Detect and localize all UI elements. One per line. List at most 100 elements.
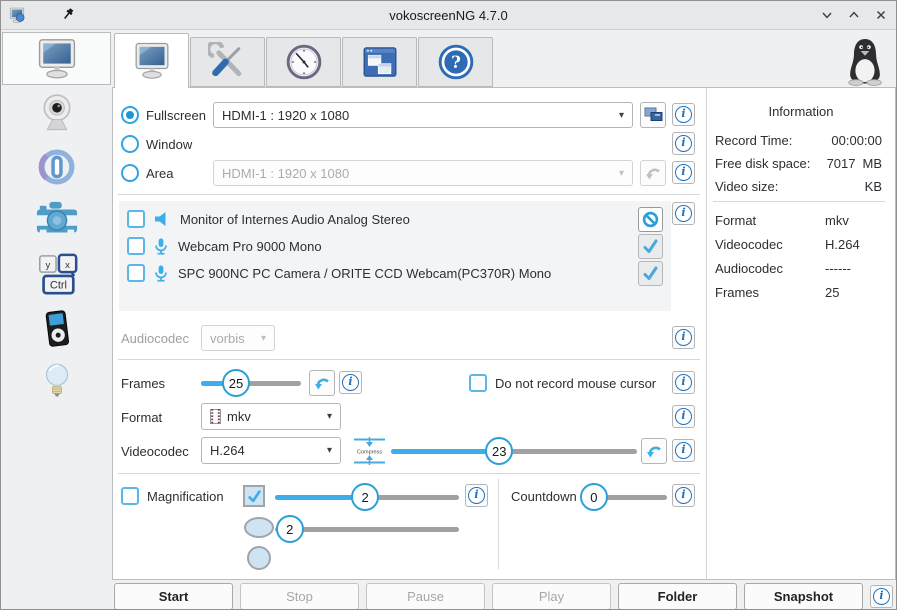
maximize-button[interactable] — [847, 8, 861, 22]
area-radio[interactable] — [121, 164, 139, 182]
switch-screen-button[interactable] — [640, 102, 666, 128]
magnifier-shape-oval[interactable] — [244, 517, 274, 538]
fullscreen-screen-select[interactable]: HDMI-1 : 1920 x 1080 ▾ — [213, 102, 633, 128]
countdown-slider[interactable]: 0 — [583, 483, 667, 511]
snapshot-button[interactable]: Snapshot — [744, 583, 863, 610]
format-info-button[interactable]: i — [672, 405, 695, 428]
format-select[interactable]: mkv ▾ — [201, 403, 341, 430]
window-radio[interactable] — [121, 135, 139, 153]
frames-reset-button[interactable] — [309, 370, 335, 396]
screen-tab-pane: Fullscreen HDMI-1 : 1920 x 1080 ▾ i Wind… — [112, 87, 896, 580]
info-icon: i — [675, 164, 692, 181]
audio-device-row: Monitor of Internes Audio Analog Stereo — [127, 206, 663, 232]
start-button[interactable]: Start — [114, 583, 233, 610]
tab-bar: ? — [112, 30, 896, 87]
tools-icon — [208, 42, 248, 82]
magnifier-shape-rect[interactable] — [243, 485, 265, 507]
tips-bulb-icon — [39, 361, 75, 405]
svg-text:?: ? — [451, 52, 461, 72]
audio-device-ok-button[interactable] — [638, 261, 663, 286]
chevron-down-icon: ▾ — [327, 445, 332, 456]
sidebar-item-hotkeys[interactable]: yxCtrl — [2, 248, 111, 301]
videocodec-reset-button[interactable] — [641, 438, 667, 464]
timer-clock-icon — [284, 42, 324, 82]
countdown-handle[interactable]: 0 — [580, 483, 608, 511]
videocodec-quality-handle[interactable]: 23 — [485, 437, 513, 465]
sidebar-item-screenshot[interactable] — [2, 194, 111, 247]
info-icon: i — [342, 374, 359, 391]
app-window: vokoscreenNG 4.7.0 — [0, 0, 897, 610]
divider — [713, 201, 885, 202]
info-icon: i — [468, 487, 485, 504]
shade-button[interactable] — [820, 8, 834, 22]
blocked-icon — [642, 211, 659, 228]
fullscreen-info-button[interactable]: i — [672, 103, 695, 126]
actions-info-button[interactable]: i — [870, 585, 893, 608]
magnification-info-button[interactable]: i — [465, 484, 488, 507]
divider — [118, 359, 700, 360]
magnification-oval-handle[interactable]: 2 — [276, 515, 304, 543]
microphone-icon — [154, 238, 168, 255]
info-icon: i — [675, 135, 692, 152]
videocodec-quality-slider[interactable]: 23 — [391, 437, 637, 465]
window-info-button[interactable]: i — [672, 132, 695, 155]
tab-screen[interactable] — [114, 33, 189, 88]
info-icon: i — [675, 106, 692, 123]
audio-info-button[interactable]: i — [672, 202, 695, 225]
screen-record-icon — [35, 37, 79, 81]
compress-icon: Compress — [353, 437, 386, 465]
magnification-size-slider[interactable]: 2 — [275, 483, 459, 511]
tab-windows[interactable] — [342, 37, 417, 87]
close-button[interactable] — [874, 8, 888, 22]
audio-device-checkbox[interactable] — [127, 237, 145, 255]
audio-device-block-button[interactable] — [638, 207, 663, 232]
magnification-size-handle[interactable]: 2 — [351, 483, 379, 511]
sidebar-item-tips[interactable] — [2, 356, 111, 409]
undo-icon — [314, 375, 331, 391]
sidebar-item-halt[interactable] — [2, 140, 111, 193]
audio-device-ok-button[interactable] — [638, 234, 663, 259]
audio-device-checkbox[interactable] — [127, 264, 145, 282]
hotkeys-icon: yxCtrl — [34, 252, 80, 298]
info-icon: i — [675, 374, 692, 391]
divider — [498, 479, 499, 569]
audiocodec-info-button[interactable]: i — [672, 326, 695, 349]
area-label: Area — [146, 166, 173, 181]
magnifier-shape-circle[interactable] — [247, 546, 271, 570]
format-label: Format — [121, 410, 162, 425]
magnification-checkbox[interactable] — [121, 487, 139, 505]
frames-slider-handle[interactable]: 25 — [222, 369, 250, 397]
videocodec-select[interactable]: H.264 ▾ — [201, 437, 341, 464]
info-icon: i — [873, 588, 890, 605]
tab-help[interactable]: ? — [418, 37, 493, 87]
checkmark-icon — [247, 489, 262, 504]
audio-device-checkbox[interactable] — [127, 210, 145, 228]
tux-penguin-logo — [842, 36, 888, 86]
frames-slider[interactable]: 25 — [201, 369, 301, 397]
tab-timer[interactable] — [266, 37, 341, 87]
audiocodec-info-row: Audiocodec------ — [715, 260, 882, 277]
dual-monitor-icon — [644, 107, 663, 123]
sidebar-item-webcam[interactable] — [2, 86, 111, 139]
area-info-button[interactable]: i — [672, 161, 695, 184]
video-size-row: Video size: KB — [715, 178, 882, 195]
tab-tools[interactable] — [190, 37, 265, 87]
film-icon — [210, 409, 221, 424]
free-disk-space-row: Free disk space: 7017MB — [715, 155, 882, 172]
videocodec-info-button[interactable]: i — [672, 439, 695, 462]
magnification-oval-slider[interactable]: 2 — [275, 515, 459, 543]
sidebar-item-screen-record[interactable] — [2, 32, 111, 85]
speaker-icon — [154, 211, 170, 227]
mouse-cursor-checkbox[interactable] — [469, 374, 487, 392]
frames-info-button[interactable]: i — [339, 371, 362, 394]
record-time-row: Record Time: 00:00:00 — [715, 132, 882, 149]
fullscreen-radio[interactable] — [121, 106, 139, 124]
audio-device-row: SPC 900NC PC Camera / ORITE CCD Webcam(P… — [127, 260, 663, 286]
sidebar-item-player[interactable] — [2, 302, 111, 355]
checkmark-icon — [642, 265, 659, 282]
mouse-cursor-label: Do not record mouse cursor — [495, 376, 656, 391]
folder-button[interactable]: Folder — [618, 583, 737, 610]
countdown-info-button[interactable]: i — [672, 484, 695, 507]
info-icon: i — [675, 408, 692, 425]
mouse-cursor-info-button[interactable]: i — [672, 371, 695, 394]
